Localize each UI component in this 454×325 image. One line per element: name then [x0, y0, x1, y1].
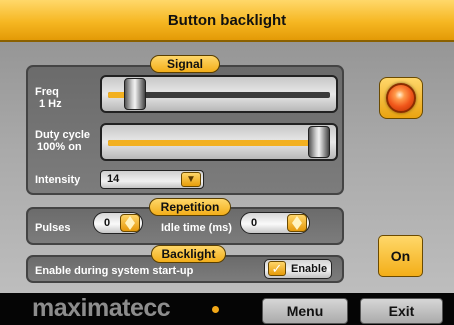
- checkmark-icon: ✓: [268, 261, 286, 276]
- freq-label: Freq 1 Hz: [35, 86, 62, 110]
- duty-slider-track: [108, 140, 330, 146]
- idle-time-value: 0: [251, 217, 258, 229]
- on-button[interactable]: On: [378, 235, 423, 277]
- repetition-tag: Repetition: [149, 198, 231, 216]
- page-title: Button backlight: [167, 11, 287, 29]
- duty-label: Duty cycle 100% on: [35, 129, 90, 153]
- enable-startup-checkbox[interactable]: ✓ Enable: [264, 259, 332, 279]
- led-indicator: [379, 77, 423, 119]
- duty-label-title: Duty cycle: [35, 129, 91, 141]
- duty-slider-fill: [108, 140, 330, 146]
- freq-label-title: Freq: [35, 86, 59, 98]
- enable-startup-label: Enable during system start-up: [35, 265, 194, 277]
- exit-button[interactable]: Exit: [360, 298, 443, 324]
- freq-label-value: 1 Hz: [39, 98, 62, 110]
- freq-slider[interactable]: [100, 75, 338, 113]
- logo-dot: [212, 306, 219, 313]
- screen: Button backlight Signal Freq 1 Hz Duty c…: [0, 0, 454, 325]
- duty-slider[interactable]: [100, 123, 338, 161]
- idle-time-spinner[interactable]: 0: [240, 212, 310, 234]
- pulses-spinner[interactable]: 0: [93, 212, 143, 234]
- pulses-value: 0: [104, 217, 111, 229]
- chevron-down-icon[interactable]: ▼: [181, 172, 201, 187]
- idle-time-label: Idle time (ms): [161, 222, 232, 234]
- backlight-tag: Backlight: [151, 245, 226, 263]
- intensity-dropdown[interactable]: 14 ▼: [100, 170, 204, 189]
- duty-label-value: 100% on: [37, 141, 82, 153]
- intensity-value: 14: [107, 173, 120, 185]
- pulses-label: Pulses: [35, 222, 71, 234]
- up-down-arrows-icon[interactable]: [120, 214, 140, 232]
- signal-tag: Signal: [150, 55, 220, 73]
- up-down-arrows-icon[interactable]: [287, 214, 307, 232]
- enable-label: Enable: [291, 263, 328, 275]
- maximatecc-logo: maximatecc: [32, 294, 171, 322]
- freq-slider-thumb[interactable]: [124, 78, 146, 110]
- duty-slider-thumb[interactable]: [308, 126, 330, 158]
- title-bar: Button backlight: [0, 0, 454, 42]
- menu-button[interactable]: Menu: [262, 298, 348, 324]
- led-indicator-icon: [386, 83, 416, 113]
- intensity-label: Intensity: [35, 174, 81, 186]
